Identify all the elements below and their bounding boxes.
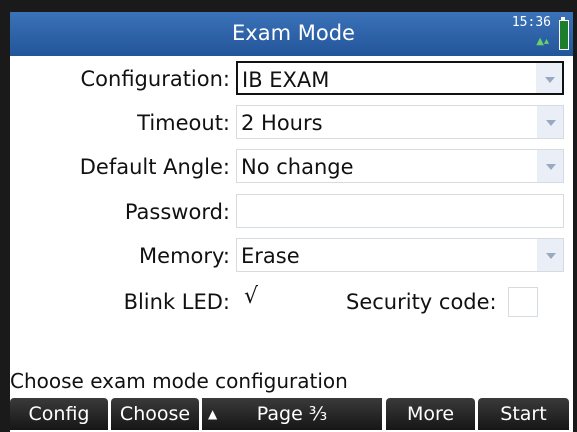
screen-bezel-right xyxy=(573,0,577,432)
dropdown-arrow-icon xyxy=(537,239,563,271)
security-code-checkbox[interactable] xyxy=(508,287,538,317)
page-label: Page ³⁄₃ xyxy=(256,403,328,425)
page-indicator[interactable]: ▲ Page ³⁄₃ xyxy=(202,398,382,430)
blink-led-checkbox[interactable]: √ xyxy=(236,284,266,318)
configuration-value: IB EXAM xyxy=(242,68,330,92)
calculator-screen: Exam Mode 15:36 ▲▴ Configuration: IB EXA… xyxy=(10,12,577,432)
timeout-value: 2 Hours xyxy=(241,111,323,135)
battery-icon xyxy=(559,17,569,50)
title-bar: Exam Mode 15:36 ▲▴ xyxy=(10,12,577,56)
configuration-row: Configuration: IB EXAM xyxy=(10,61,577,97)
window-title: Exam Mode xyxy=(232,21,355,45)
blink-led-row: Blink LED: √ Security code: xyxy=(10,284,577,320)
memory-dropdown[interactable]: Erase xyxy=(236,238,564,272)
dropdown-arrow-icon xyxy=(537,150,563,182)
timeout-dropdown[interactable]: 2 Hours xyxy=(236,105,564,139)
screen-bezel-top xyxy=(0,0,577,12)
default-angle-dropdown[interactable]: No change xyxy=(236,149,564,183)
timeout-label: Timeout: xyxy=(137,111,230,135)
timeout-row: Timeout: 2 Hours xyxy=(10,105,577,141)
screen-bezel-left xyxy=(0,12,10,432)
dropdown-arrow-icon xyxy=(536,63,562,93)
blink-led-label: Blink LED: xyxy=(123,290,230,314)
default-angle-label: Default Angle: xyxy=(79,155,230,179)
password-field[interactable] xyxy=(236,194,564,228)
configuration-label: Configuration: xyxy=(80,67,231,91)
memory-row: Memory: Erase xyxy=(10,238,577,274)
sort-icon: ▲ xyxy=(208,407,218,421)
configuration-dropdown[interactable]: IB EXAM xyxy=(236,61,564,95)
password-label: Password: xyxy=(124,200,230,224)
help-text: Choose exam mode configuration xyxy=(10,369,348,393)
clock: 15:36 xyxy=(511,15,551,30)
security-code-label: Security code: xyxy=(346,290,497,314)
signal-icon: ▲▴ xyxy=(536,36,549,47)
default-angle-value: No change xyxy=(241,155,354,179)
start-button[interactable]: Start xyxy=(478,398,569,430)
default-angle-row: Default Angle: No change xyxy=(10,149,577,185)
choose-button[interactable]: Choose xyxy=(111,398,199,430)
config-button[interactable]: Config xyxy=(10,398,108,430)
memory-label: Memory: xyxy=(139,244,230,268)
more-button[interactable]: More xyxy=(386,398,475,430)
menu-bar: Config Choose ▲ Page ³⁄₃ More Start xyxy=(10,398,577,432)
password-row: Password: xyxy=(10,194,577,230)
memory-value: Erase xyxy=(241,244,300,268)
dropdown-arrow-icon xyxy=(537,106,563,138)
